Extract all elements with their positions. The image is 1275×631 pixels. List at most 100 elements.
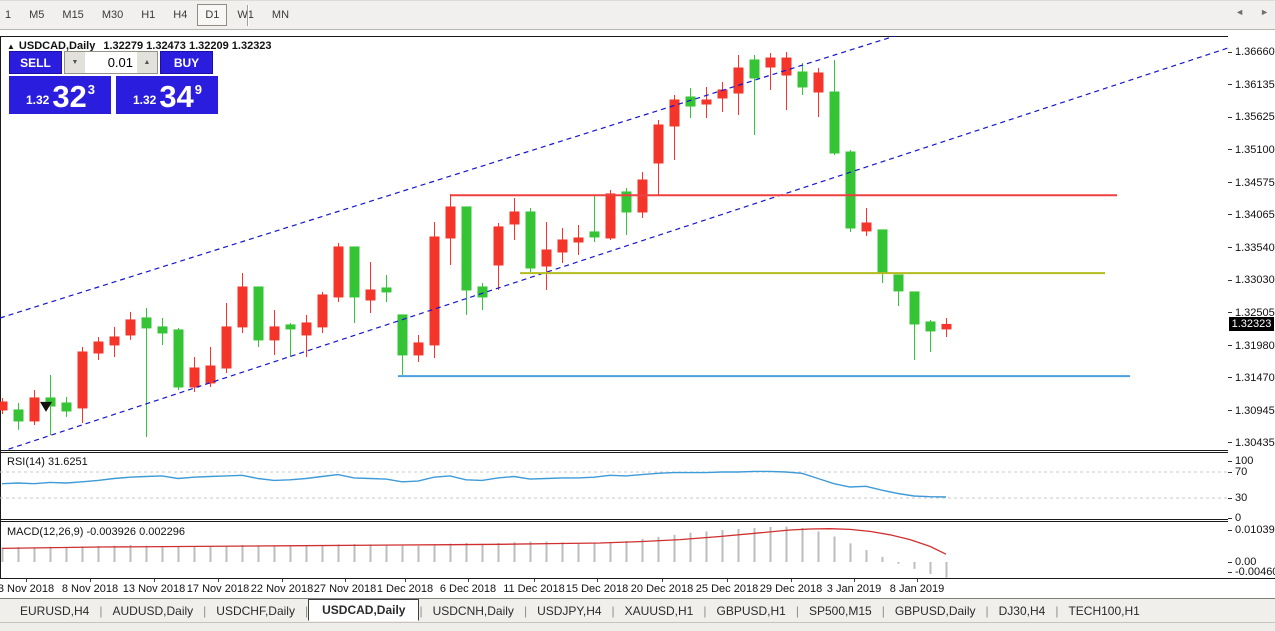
- date-label: 8 Nov 2018: [62, 583, 118, 595]
- tab-dj30-h4[interactable]: DJ30,H4: [989, 601, 1056, 621]
- lot-increase-button[interactable]: ▲: [137, 51, 158, 74]
- buy-price-prefix: 1.32: [133, 93, 156, 107]
- timeframe-button-m15[interactable]: M15: [54, 4, 91, 26]
- date-axis[interactable]: 3 Nov 20188 Nov 201813 Nov 201817 Nov 20…: [0, 579, 1275, 598]
- window-bottom-edge: [0, 622, 1275, 631]
- timeframe-button-h1[interactable]: H1: [133, 4, 163, 26]
- tab-usdcnh-daily[interactable]: USDCNH,Daily: [423, 601, 524, 621]
- one-click-trading-widget: SELL ▼ ▲ BUY 1.32 32 3 1.32 34 9: [9, 51, 218, 114]
- tab-xauusd-h1[interactable]: XAUUSD,H1: [615, 601, 704, 621]
- rsi-indicator-chart[interactable]: [0, 452, 1228, 519]
- buy-price-big: 34: [159, 83, 193, 111]
- candle: [750, 55, 759, 135]
- candle: [254, 287, 263, 347]
- candle: [798, 63, 807, 95]
- tab-usdcad-daily[interactable]: USDCAD,Daily: [308, 599, 419, 621]
- candle: [574, 225, 583, 255]
- timeframe-button-d1[interactable]: D1: [197, 4, 227, 26]
- candle: [174, 328, 183, 390]
- candle: [366, 262, 375, 313]
- rsi-axis-label: 70: [1235, 466, 1247, 478]
- price-tick-mark: [1228, 410, 1232, 411]
- macd-tick-mark: [1228, 562, 1232, 563]
- price-tick-mark: [1228, 214, 1232, 215]
- tab-audusd-daily[interactable]: AUDUSD,Daily: [102, 601, 203, 621]
- price-tick-mark: [1228, 117, 1232, 118]
- candle: [126, 312, 135, 340]
- candle: [334, 243, 343, 302]
- date-label: 22 Nov 2018: [251, 583, 313, 595]
- date-label: 11 Dec 2018: [503, 583, 565, 595]
- price-tick-mark: [1228, 442, 1232, 443]
- tab-tech100-h1[interactable]: TECH100,H1: [1058, 601, 1149, 621]
- price-tick-mark: [1228, 149, 1232, 150]
- rsi-tick-mark: [1228, 461, 1232, 462]
- candle: [814, 68, 823, 117]
- candle: [398, 315, 407, 375]
- candle: [510, 198, 519, 240]
- candle: [318, 292, 327, 333]
- sell-price-panel[interactable]: 1.32 32 3: [9, 76, 111, 114]
- timeframe-button-m30[interactable]: M30: [94, 4, 131, 26]
- current-price-badge: 1.32323: [1229, 317, 1274, 331]
- macd-tick-mark: [1228, 530, 1232, 531]
- candle: [910, 292, 919, 360]
- date-label: 20 Dec 2018: [631, 583, 693, 595]
- timeframe-button-h4[interactable]: H4: [165, 4, 195, 26]
- chart-rsi-splitter[interactable]: [0, 450, 1275, 451]
- rsi-line: [2, 471, 946, 497]
- sell-button[interactable]: SELL: [9, 51, 62, 74]
- sell-price-prefix: 1.32: [26, 93, 49, 107]
- date-tick-mark: [90, 579, 91, 582]
- candle: [238, 273, 247, 333]
- timeframe-button-mn[interactable]: MN: [264, 4, 297, 26]
- price-axis[interactable]: 1.366601.361351.356251.351001.345751.340…: [1228, 36, 1275, 578]
- date-tick-mark: [662, 579, 663, 582]
- date-tick-mark: [218, 579, 219, 582]
- rsi-axis-label: 0: [1235, 512, 1241, 524]
- macd-axis-label: -0.004608: [1235, 566, 1275, 578]
- candle: [654, 120, 663, 195]
- candle: [670, 95, 679, 160]
- date-tick-mark: [154, 579, 155, 582]
- tabs-scroll-right-button[interactable]: ►: [1260, 7, 1269, 17]
- timeframe-button-m5[interactable]: M5: [21, 4, 52, 26]
- candle: [462, 207, 471, 315]
- candle: [702, 87, 711, 118]
- collapse-arrow-icon[interactable]: ▲: [7, 42, 15, 51]
- price-tick-mark: [1228, 345, 1232, 346]
- tabs-scroll-left-button[interactable]: ◄: [1235, 7, 1244, 17]
- candle: [0, 398, 7, 414]
- candle: [478, 283, 487, 310]
- date-tick-mark: [345, 579, 346, 582]
- date-tick-mark: [597, 579, 598, 582]
- tab-gbpusd-h1[interactable]: GBPUSD,H1: [706, 601, 795, 621]
- price-tick-label: 1.35100: [1235, 144, 1275, 156]
- date-label: 3 Jan 2019: [827, 583, 881, 595]
- price-tick-label: 1.36135: [1235, 79, 1275, 91]
- lot-size-input[interactable]: [85, 51, 137, 74]
- tab-usdjpy-h4[interactable]: USDJPY,H4: [527, 601, 611, 621]
- price-tick-label: 1.33540: [1235, 242, 1275, 254]
- date-label: 6 Dec 2018: [440, 583, 496, 595]
- candle: [110, 327, 119, 357]
- timeframe-button-w1[interactable]: W1: [229, 4, 262, 26]
- rsi-tick-mark: [1228, 472, 1232, 473]
- tab-gbpusd-daily[interactable]: GBPUSD,Daily: [885, 601, 986, 621]
- timeframe-button-1[interactable]: 1: [0, 4, 19, 26]
- candle: [894, 275, 903, 306]
- date-label: 15 Dec 2018: [566, 583, 628, 595]
- lot-decrease-button[interactable]: ▼: [64, 51, 85, 74]
- buy-price-panel[interactable]: 1.32 34 9: [116, 76, 218, 114]
- price-tick-label: 1.30435: [1235, 437, 1275, 449]
- tab-usdchf-daily[interactable]: USDCHF,Daily: [206, 601, 305, 621]
- tab-eurusd-h4[interactable]: EURUSD,H4: [10, 601, 99, 621]
- price-tick-label: 1.33030: [1235, 274, 1275, 286]
- rsi-macd-splitter[interactable]: [0, 519, 1275, 520]
- date-label: 1 Dec 2018: [377, 583, 433, 595]
- buy-button[interactable]: BUY: [160, 51, 213, 74]
- price-tick-label: 1.34575: [1235, 177, 1275, 189]
- toolbar-separator: [247, 5, 249, 26]
- tab-sp500-m15[interactable]: SP500,M15: [799, 601, 882, 621]
- date-label: 29 Dec 2018: [760, 583, 822, 595]
